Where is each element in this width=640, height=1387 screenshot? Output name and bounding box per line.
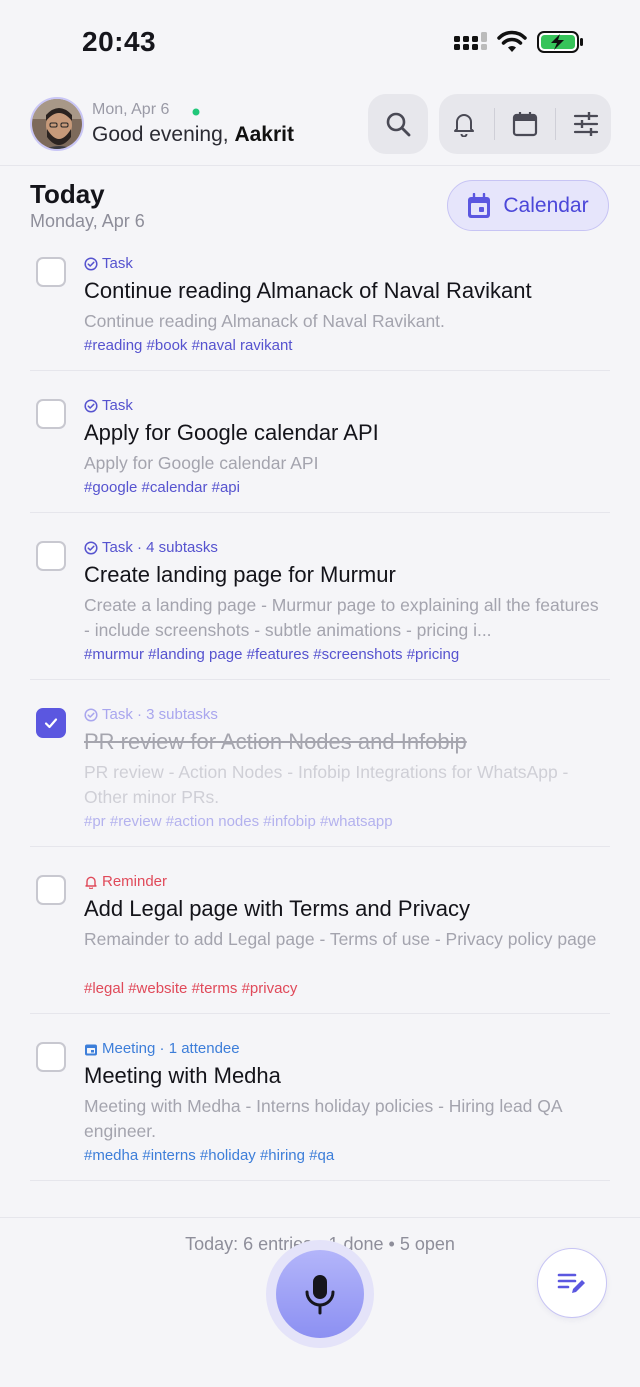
list-item[interactable]: Task Continue reading Almanack of Naval … [30, 239, 610, 371]
online-status-icon [192, 108, 200, 116]
list-item[interactable]: Reminder Add Legal page with Terms and P… [30, 847, 610, 1014]
compose-icon [557, 1273, 585, 1293]
list-item[interactable]: Task · 4 subtasks Create landing page fo… [30, 513, 610, 680]
item-meta-text: Meeting · 1 attendee [102, 1040, 240, 1057]
item-tags: #google #calendar #api [84, 479, 240, 496]
item-meta: Task [84, 255, 133, 272]
checkbox[interactable] [36, 875, 66, 905]
check-circle-icon [84, 398, 98, 413]
app-header: Mon, Apr 6 Good evening, Aakrit [0, 90, 640, 166]
header-date: Mon, Apr 6 [92, 101, 170, 118]
voice-record-button[interactable] [276, 1250, 364, 1338]
item-description: Apply for Google calendar API [84, 453, 319, 473]
item-description: Create a landing page - Murmur page to e… [84, 595, 599, 640]
bell-icon [454, 114, 474, 137]
item-description: Continue reading Almanack of Naval Ravik… [84, 311, 445, 331]
calendar-icon [512, 112, 538, 137]
list-item[interactable]: Task · 3 subtasks PR review for Action N… [30, 680, 610, 847]
check-circle-icon [84, 540, 98, 555]
item-tags: #reading #book #naval ravikant [84, 337, 293, 354]
check-circle-icon [84, 707, 98, 722]
status-bar: 20:43 [0, 0, 640, 80]
list-item[interactable]: Meeting · 1 attendee Meeting with Medha … [30, 1014, 610, 1181]
item-title: Apply for Google calendar API [84, 420, 379, 445]
item-meta-text: Task · 4 subtasks [102, 539, 218, 556]
cellular-signal-icon [454, 32, 487, 50]
item-title: Create landing page for Murmur [84, 562, 396, 587]
item-description: Remainder to add Legal page - Terms of u… [84, 929, 597, 949]
filters-button[interactable] [566, 104, 606, 144]
item-meta: Task · 4 subtasks [84, 539, 218, 556]
checkbox[interactable] [36, 541, 66, 571]
item-title: Add Legal page with Terms and Privacy [84, 896, 471, 921]
calendar-icon [468, 192, 491, 218]
item-tags: #medha #interns #holiday #hiring #qa [84, 1147, 335, 1164]
divider [555, 108, 556, 140]
footer-divider [0, 1217, 640, 1218]
item-title: PR review for Action Nodes and Infobip [84, 729, 467, 754]
item-meta-text: Reminder [102, 873, 168, 890]
item-meta-text: Task [102, 397, 133, 414]
avatar[interactable] [30, 97, 84, 151]
divider [494, 108, 495, 140]
calendar-view-button[interactable] [505, 104, 545, 144]
page-title: Today [30, 179, 105, 209]
user-name: Aakrit [234, 123, 294, 146]
microphone-icon [305, 1275, 335, 1315]
calendar-icon [85, 1044, 97, 1055]
item-tags: #murmur #landing page #features #screens… [84, 646, 460, 663]
item-meta: Meeting · 1 attendee [84, 1040, 240, 1057]
item-description: PR review - Action Nodes - Infobip Integ… [84, 762, 569, 807]
search-icon [386, 112, 411, 137]
status-time: 20:43 [82, 26, 157, 57]
page-subtitle: Monday, Apr 6 [30, 211, 145, 231]
checkbox-checked[interactable] [36, 708, 66, 738]
wifi-icon [497, 30, 527, 52]
item-meta: Task [84, 397, 133, 414]
notifications-button[interactable] [444, 104, 484, 144]
search-button[interactable] [368, 94, 428, 154]
check-circle-icon [84, 256, 98, 271]
checkbox[interactable] [36, 399, 66, 429]
bell-icon [85, 876, 97, 889]
entries-list: Task Continue reading Almanack of Naval … [0, 239, 640, 1181]
greeting: Good evening, Aakrit [92, 123, 294, 147]
item-meta: Reminder [84, 873, 167, 890]
sliders-icon [573, 112, 599, 136]
checkbox[interactable] [36, 257, 66, 287]
item-description: Meeting with Medha - Interns holiday pol… [84, 1096, 562, 1141]
item-title: Continue reading Almanack of Naval Ravik… [84, 278, 532, 303]
battery-charging-icon [537, 31, 583, 53]
item-title: Meeting with Medha [84, 1063, 281, 1088]
item-meta-text: Task [102, 255, 133, 272]
compose-note-button[interactable] [537, 1248, 607, 1318]
checkbox[interactable] [36, 1042, 66, 1072]
item-meta: Task · 3 subtasks [84, 706, 218, 723]
item-tags: #pr #review #action nodes #infobip #what… [84, 813, 393, 830]
greeting-text: Good evening, [92, 123, 229, 146]
checkmark-icon [44, 718, 58, 729]
calendar-button[interactable]: Calendar [447, 180, 609, 231]
calendar-button-label: Calendar [503, 193, 589, 217]
item-tags: #legal #website #terms #privacy [84, 980, 298, 997]
list-item[interactable]: Task Apply for Google calendar API Apply… [30, 371, 610, 513]
item-meta-text: Task · 3 subtasks [102, 706, 218, 723]
header-action-group [439, 94, 611, 154]
